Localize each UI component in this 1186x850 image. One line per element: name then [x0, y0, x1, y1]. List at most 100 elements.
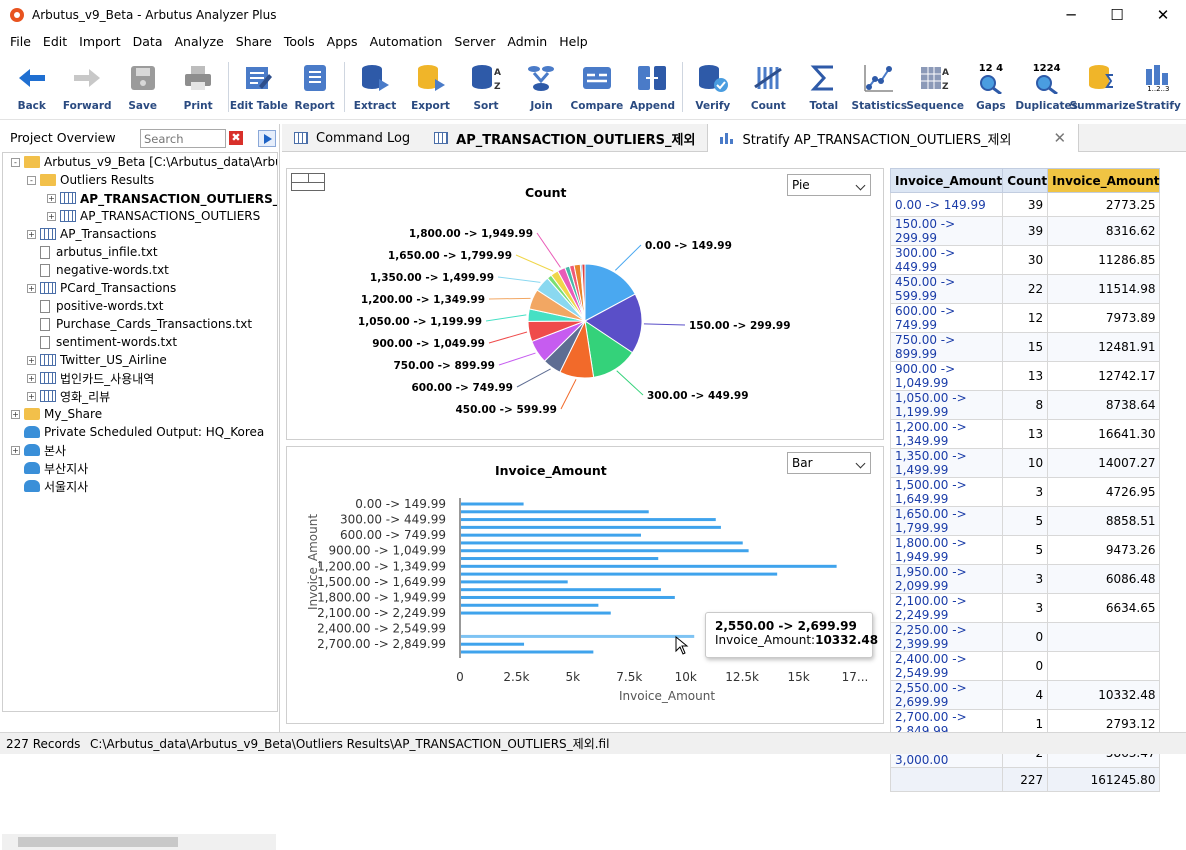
- menu-server[interactable]: Server: [448, 34, 501, 49]
- expand-toggle-icon[interactable]: +: [27, 373, 36, 383]
- bar[interactable]: [461, 510, 649, 514]
- tree-item[interactable]: + AP_TRANSACTION_OUTLIERS_제외: [47, 189, 277, 207]
- extract-button[interactable]: Extract: [347, 54, 402, 118]
- stratify-button[interactable]: 1..2..3 Stratify: [1131, 54, 1186, 118]
- tree-item[interactable]: - Outliers Results: [27, 171, 154, 189]
- expand-toggle-icon[interactable]: +: [27, 355, 36, 365]
- table-row[interactable]: 600.00 -> 749.99 12 7973.89: [889, 303, 1161, 333]
- close-tab-icon[interactable]: ✕: [1053, 129, 1066, 147]
- expand-toggle-icon[interactable]: +: [27, 283, 36, 293]
- expand-toggle-icon[interactable]: +: [11, 445, 20, 455]
- expand-toggle-icon[interactable]: +: [27, 229, 36, 239]
- bar[interactable]: [461, 642, 525, 646]
- column-header-count[interactable]: Count: [1002, 168, 1049, 193]
- count-cell[interactable]: 39: [1002, 192, 1049, 217]
- expand-toggle-icon[interactable]: +: [27, 391, 36, 401]
- print-button[interactable]: Print: [170, 54, 225, 118]
- bar[interactable]: [461, 549, 749, 553]
- statistics-button[interactable]: Statistics: [852, 54, 907, 118]
- join-button[interactable]: Join: [514, 54, 569, 118]
- back-button[interactable]: Back: [4, 54, 59, 118]
- tree-item[interactable]: + 법인카드_사용내역: [27, 369, 154, 387]
- table-row[interactable]: 900.00 -> 1,049.99 13 12742.17: [889, 361, 1161, 391]
- tree-item[interactable]: + 영화_리뷰: [27, 387, 110, 405]
- count-cell[interactable]: 13: [1002, 419, 1049, 449]
- amount-cell[interactable]: [1047, 622, 1161, 652]
- tree-item[interactable]: + 본사: [11, 441, 66, 459]
- tab-stratify[interactable]: Stratify AP_TRANSACTION_OUTLIERS_제외 ✕: [707, 124, 1080, 152]
- tree-item[interactable]: Private Scheduled Output: HQ_Korea: [11, 423, 264, 441]
- count-cell[interactable]: 15: [1002, 332, 1049, 362]
- menu-import[interactable]: Import: [73, 34, 127, 49]
- sort-button[interactable]: AZ Sort: [458, 54, 513, 118]
- append-button[interactable]: Append: [625, 54, 680, 118]
- table-row[interactable]: 750.00 -> 899.99 15 12481.91: [889, 332, 1161, 362]
- total-button[interactable]: Total: [796, 54, 851, 118]
- tree-horizontal-scrollbar[interactable]: [2, 834, 276, 850]
- tree-item[interactable]: positive-words.txt: [27, 297, 163, 315]
- tree-item[interactable]: + Twitter_US_Airline: [27, 351, 167, 369]
- edit-table-button[interactable]: Edit Table: [230, 54, 288, 118]
- tree-item[interactable]: 부산지사: [11, 459, 88, 477]
- tab-command-log[interactable]: Command Log: [282, 124, 422, 152]
- amount-cell[interactable]: 8858.51: [1047, 506, 1161, 536]
- sequence-button[interactable]: AZ Sequence: [906, 54, 964, 118]
- count-cell[interactable]: 39: [1002, 216, 1049, 246]
- menu-edit[interactable]: Edit: [37, 34, 73, 49]
- project-search-input[interactable]: [140, 129, 226, 148]
- scrollbar-thumb[interactable]: [18, 837, 178, 847]
- expand-toggle-icon[interactable]: +: [11, 409, 20, 419]
- amount-cell[interactable]: 7973.89: [1047, 303, 1161, 333]
- menu-automation[interactable]: Automation: [364, 34, 449, 49]
- table-row[interactable]: 1,200.00 -> 1,349.99 13 16641.30: [889, 419, 1161, 449]
- range-cell[interactable]: 300.00 -> 449.99: [889, 245, 1004, 275]
- tab-table-view[interactable]: AP_TRANSACTION_OUTLIERS_제외: [422, 124, 707, 152]
- summarize-button[interactable]: Summarize: [1070, 54, 1136, 118]
- tree-item[interactable]: Purchase_Cards_Transactions.txt: [27, 315, 252, 333]
- count-cell[interactable]: 4: [1002, 680, 1049, 710]
- range-cell[interactable]: 450.00 -> 599.99: [889, 274, 1004, 304]
- count-button[interactable]: Count: [741, 54, 796, 118]
- range-cell[interactable]: 1,200.00 -> 1,349.99: [889, 419, 1004, 449]
- tree-item[interactable]: arbutus_infile.txt: [27, 243, 158, 261]
- amount-cell[interactable]: 8738.64: [1047, 390, 1161, 420]
- compare-button[interactable]: Compare: [569, 54, 624, 118]
- menu-tools[interactable]: Tools: [278, 34, 321, 49]
- menu-admin[interactable]: Admin: [501, 34, 553, 49]
- count-cell[interactable]: 0: [1002, 622, 1049, 652]
- bar[interactable]: [461, 525, 721, 529]
- report-button[interactable]: Report: [287, 54, 342, 118]
- tree-item[interactable]: + AP_Transactions: [27, 225, 156, 243]
- bar[interactable]: [461, 588, 661, 592]
- expand-toggle-icon[interactable]: +: [47, 193, 56, 203]
- table-row[interactable]: 300.00 -> 449.99 30 11286.85: [889, 245, 1161, 275]
- count-cell[interactable]: 5: [1002, 535, 1049, 565]
- count-cell[interactable]: 12: [1002, 303, 1049, 333]
- tree-item[interactable]: 서울지사: [11, 477, 88, 495]
- amount-cell[interactable]: 4726.95: [1047, 477, 1161, 507]
- table-row[interactable]: 1,350.00 -> 1,499.99 10 14007.27: [889, 448, 1161, 478]
- tree-item[interactable]: + AP_TRANSACTIONS_OUTLIERS: [47, 207, 260, 225]
- amount-cell[interactable]: 6086.48: [1047, 564, 1161, 594]
- column-header-range[interactable]: Invoice_Amount: [889, 168, 1004, 193]
- range-cell[interactable]: 750.00 -> 899.99: [889, 332, 1004, 362]
- table-row[interactable]: 450.00 -> 599.99 22 11514.98: [889, 274, 1161, 304]
- table-row[interactable]: 1,650.00 -> 1,799.99 5 8858.51: [889, 506, 1161, 536]
- table-row[interactable]: 1,050.00 -> 1,199.99 8 8738.64: [889, 390, 1161, 420]
- count-cell[interactable]: 22: [1002, 274, 1049, 304]
- table-row[interactable]: 150.00 -> 299.99 39 8316.62: [889, 216, 1161, 246]
- table-row[interactable]: 1,500.00 -> 1,649.99 3 4726.95: [889, 477, 1161, 507]
- range-cell[interactable]: 1,350.00 -> 1,499.99: [889, 448, 1004, 478]
- column-header-amount[interactable]: Invoice_Amount: [1047, 168, 1161, 193]
- bar[interactable]: [461, 611, 611, 615]
- forward-button[interactable]: Forward: [59, 54, 114, 118]
- menu-file[interactable]: File: [4, 34, 37, 49]
- bar[interactable]: [461, 533, 641, 537]
- count-cell[interactable]: 3: [1002, 477, 1049, 507]
- amount-cell[interactable]: 11514.98: [1047, 274, 1161, 304]
- menu-apps[interactable]: Apps: [321, 34, 364, 49]
- menu-analyze[interactable]: Analyze: [169, 34, 230, 49]
- range-cell[interactable]: 900.00 -> 1,049.99: [889, 361, 1004, 391]
- count-cell[interactable]: 3: [1002, 593, 1049, 623]
- range-cell[interactable]: 2,250.00 -> 2,399.99: [889, 622, 1004, 652]
